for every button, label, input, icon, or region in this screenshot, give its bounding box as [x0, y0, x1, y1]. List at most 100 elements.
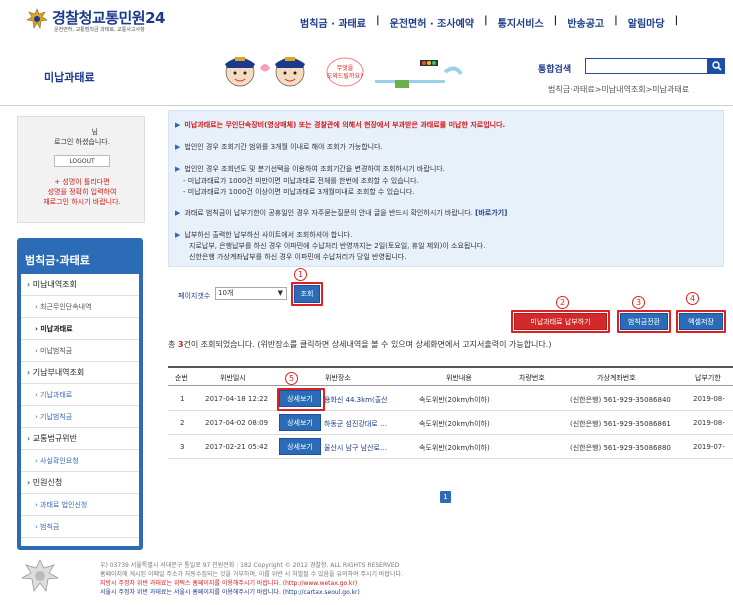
cell-content: 속도위반(20km/h이하) [419, 420, 490, 428]
column-header: 위반내용 [446, 374, 472, 382]
cell-content: 속도위반(20km/h이하) [419, 396, 490, 404]
cell-place-link[interactable]: 용화신 44.3km(출산 [324, 395, 402, 405]
login-status-box: 님 로그인 하셨습니다. LOGOUT + 성명이 틀리다면 성명을 정확히 입… [17, 116, 145, 223]
login-user-name: 님 [91, 128, 98, 136]
nav-separator: | [614, 15, 618, 26]
sub-header: 미납과태료 무엇을 도와드릴까요? 통합검색 범칙금·과태료>미납내역조회>미납… [0, 42, 733, 106]
sidebar-item-traffic-violation[interactable]: › 교통법규위반 [21, 428, 139, 450]
svg-text:도와드릴까요?: 도와드릴까요? [327, 72, 363, 80]
detail-view-button[interactable]: 상세보기 [279, 438, 321, 455]
logout-button[interactable]: LOGOUT [54, 155, 110, 167]
cell-no: 3 [180, 443, 185, 451]
table-row: 3 2017-02-21 05:42 상세보기 울산시 남구 남산로… 속도위반… [168, 435, 733, 459]
search-input[interactable] [585, 58, 708, 74]
search-icon [711, 61, 722, 71]
bullet-icon: ▶ [175, 143, 181, 151]
global-nav: 범칙금 · 과태료 | 운전면허 · 조사예약 | 통지서비스 | 반송공고 | 알림마… [300, 15, 688, 30]
nav-license[interactable]: 운전면허 · 조사예약 [390, 15, 474, 30]
pagination-current-page[interactable]: 1 [440, 491, 451, 503]
site-header: 경찰청교통민원24 운전면허, 교통범칙금 과태료, 교통사고사항 범칙금 · … [0, 0, 733, 42]
nav-separator: | [674, 15, 679, 26]
login-note-line: 성명을 정확히 입력하여 [47, 188, 117, 196]
column-header: 가상계좌번호 [597, 374, 636, 382]
nav-notice-board[interactable]: 알림마당 [628, 15, 665, 30]
info-line: 신한은행 가상계좌납부를 하신 경우 이파민에 수납처리가 당일 반영됩니다. [189, 253, 407, 261]
info-line: - 미납과태료가 1000건 미만이면 미납과태료 전체를 한번에 조회할 수 … [183, 177, 419, 185]
nav-fines[interactable]: 범칙금 · 과태료 [300, 15, 366, 30]
sidebar-item-civil-request[interactable]: › 민원신청 [21, 472, 139, 494]
table-row: 1 2017-04-18 12:22 상세보기 용화신 44.3km(출산 속도… [168, 387, 733, 411]
footer-email-notice: 홈페이지에 게시된 이메일 주소가 자동수집되는 것을 거부하며, 이를 위반 … [100, 571, 403, 578]
cell-account: (신한은행) 561-929-35086880 [570, 444, 671, 452]
result-summary: 총 3건이 조회되었습니다. (위반장소를 클릭하면 상세내역을 볼 수 있으며… [168, 340, 552, 349]
highlight-box [511, 310, 610, 333]
cell-place-link[interactable]: 울산시 남구 남산로… [324, 443, 402, 453]
side-menu-list: › 미납내역조회 › 최근무인단속내역 › 미납과태료 › 미납범칙금 › 기납… [21, 274, 139, 546]
search-button[interactable] [708, 58, 725, 74]
sidebar-item-unpaid-inquiry[interactable]: › 미납내역조회 [21, 274, 139, 296]
nav-separator: | [553, 15, 558, 26]
step-marker: 5 [285, 372, 298, 385]
sidebar-item-paid-penalties[interactable]: › 기납범칙금 [21, 406, 139, 428]
sidebar-item-penalty-request[interactable]: › 범칙금 [21, 516, 139, 538]
info-line: ▶ 법인인 경우 조회년도 및 분기선택을 이용하여 조회기간을 변경하여 조회하… [175, 165, 445, 173]
login-note-line: 재로그인 하시기 바랍니다. [43, 198, 121, 206]
nav-notice-service[interactable]: 통지서비스 [498, 15, 544, 30]
info-line: 지로납부, 은행납부를 하신 경우 이파민에 수납처리 반영까지는 2일(토요일… [189, 242, 486, 250]
sidebar-item-recent-enforcement[interactable]: › 최근무인단속내역 [21, 296, 139, 318]
cell-date: 2017-04-18 12:22 [205, 395, 269, 403]
bullet-icon: ▶ [175, 121, 181, 129]
page-title: 미납과태료 [44, 71, 95, 84]
cell-account: (신한은행) 561-929-35086840 [570, 396, 671, 404]
shortcut-link[interactable]: [바로가기] [475, 209, 507, 217]
detail-view-button[interactable]: 상세보기 [279, 414, 321, 431]
highlight-box [277, 388, 325, 411]
highlight-box [291, 282, 323, 306]
sidebar-item-fact-check[interactable]: › 사실확인요청 [21, 450, 139, 472]
police-emblem-icon[interactable] [26, 8, 48, 30]
info-line: - 미납과태료가 1000건 이상이면 미납과태료 3개월미내로 조회할 수 있… [183, 188, 415, 196]
site-logo-text[interactable]: 경찰청교통민원24 [52, 7, 165, 28]
column-header: 납부기한 [695, 374, 721, 382]
login-message: 로그인 하셨습니다. [54, 138, 110, 146]
footer-wetax-link[interactable]: 지방시 주정차 위반 과태료는 위택스 홈페이지를 이용해주시기 바랍니다. (… [100, 578, 357, 587]
step-marker: 4 [686, 292, 699, 305]
sidebar-item-unpaid-penalties[interactable]: › 미납범칙금 [21, 340, 139, 362]
footer-seoul-link[interactable]: 서울시 주정차 위반 과태료는 서울시 홈페이지를 이용해주시기 바랍니다. (… [100, 587, 360, 596]
chevron-down-icon: ▼ [277, 289, 283, 297]
column-header: 위반일시 [220, 374, 246, 382]
info-line: ▶ 미납과태료는 무인단속장비(영상매체) 또는 경찰관에 의해서 현장에서 부과… [175, 121, 506, 129]
side-menu-title: 범칙금·과태료 [25, 254, 90, 267]
page-size-value: 10개 [218, 289, 234, 297]
footer-address: 우) 03739 서울특별시 서대문구 통일로 97 민원전화 : 182 Co… [100, 562, 400, 569]
column-header: 위반장소 [325, 374, 351, 382]
table-row: 2 2017-04-02 08:09 상세보기 하동군 섬진강대로 … 속도위반… [168, 411, 733, 435]
cell-no: 2 [180, 419, 185, 427]
side-menu: 범칙금·과태료 › 미납내역조회 › 최근무인단속내역 › 미납과태료 › 미납… [17, 238, 143, 550]
cell-place-link[interactable]: 하동군 섬진강대로 … [324, 419, 402, 429]
page-size-select[interactable]: 10개 ▼ [215, 287, 287, 300]
cell-due: 2019-08- [693, 419, 725, 427]
sidebar-item-corp-fine-request[interactable]: › 과태료 법인신청 [21, 494, 139, 516]
info-line: ▶ 납부하신 출력한 납부하신 사이트에서 조회하셔야 합니다. [175, 231, 353, 239]
cell-content: 속도위반(20km/h이하) [419, 444, 490, 452]
info-line: ▶ 과태료 범칙금이 납부기한이 공휴일인 경우 자주묻는질문의 안내 글을 반드… [175, 209, 508, 217]
breadcrumb: 범칙금·과태료>미납내역조회>미납과태료 [548, 85, 690, 94]
sidebar-item-paid-fines[interactable]: › 기납과태료 [21, 384, 139, 406]
login-note-line: + 성명이 틀리다면 [54, 178, 110, 186]
login-note: + 성명이 틀리다면 성명을 정확히 입력하여 재로그인 하시기 바랍니다. [24, 177, 140, 207]
bullet-icon: ▶ [175, 231, 181, 239]
highlight-box [617, 310, 671, 333]
nav-return-notice[interactable]: 반송공고 [567, 15, 604, 30]
bullet-icon: ▶ [175, 165, 181, 173]
info-line: ▶ 법인인 경우 조회기간 범위를 3개월 이내로 해야 조회가 가능합니다. [175, 143, 383, 151]
column-header: 차량번호 [519, 374, 545, 382]
sidebar-item-unpaid-fines[interactable]: › 미납과태료 [21, 318, 139, 340]
info-notice-box: ▶ 미납과태료는 무인단속장비(영상매체) 또는 경찰관에 의해서 현장에서 부과… [168, 110, 724, 267]
cell-due: 2019-08- [693, 395, 725, 403]
sidebar-item-paid-inquiry[interactable]: › 기납부내역조회 [21, 362, 139, 384]
step-marker: 1 [294, 268, 307, 281]
login-greeting: 님 로그인 하셨습니다. [18, 127, 146, 147]
column-header: 순번 [175, 374, 188, 382]
nav-separator: | [375, 15, 380, 26]
